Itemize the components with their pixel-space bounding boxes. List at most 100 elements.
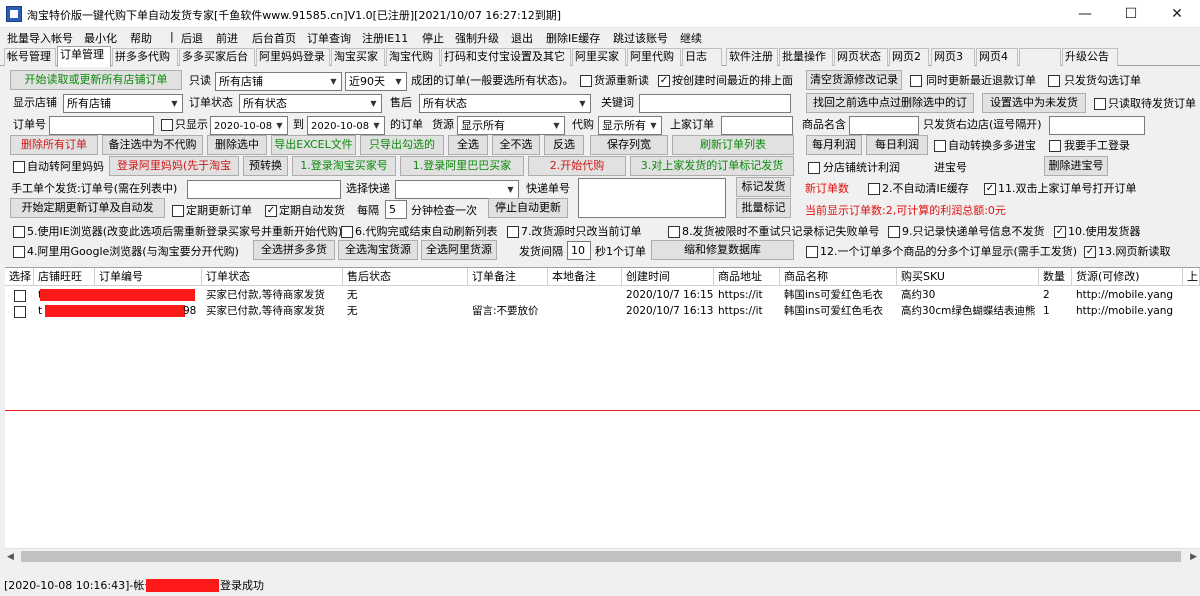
only-pending-checkbox[interactable] xyxy=(1094,98,1106,110)
ship-limit-checkbox[interactable] xyxy=(668,226,680,238)
tab-orders[interactable]: 订单管理 xyxy=(57,46,111,67)
date-to-picker[interactable]: 2020-10-08 ▼ xyxy=(307,116,385,135)
proxy-select[interactable]: 显示所有 ▼ xyxy=(598,116,662,135)
split-orders-checkbox[interactable] xyxy=(806,246,818,258)
tab-ali-proxy[interactable]: 阿里代购 xyxy=(627,48,681,66)
row-checkbox[interactable] xyxy=(14,290,26,302)
tab-ali-buyer[interactable]: 阿里买家 xyxy=(572,48,626,66)
start-proxy-button[interactable]: 2.开始代购 xyxy=(528,156,626,176)
sort-by-time-checkbox[interactable]: ✓ xyxy=(658,75,670,87)
delete-jinbao-button[interactable]: 删除进宝号 xyxy=(1044,156,1108,176)
interval-input[interactable]: 5 xyxy=(385,200,407,219)
col-header-note[interactable]: 订单备注 xyxy=(468,268,548,286)
timed-update-checkbox[interactable] xyxy=(172,205,184,217)
note-nonproxy-button[interactable]: 备注选中为不代购 xyxy=(102,135,203,155)
set-unshipped-button[interactable]: 设置选中为未发货 xyxy=(982,93,1086,113)
menu-register-ie11[interactable]: 注册IE11 xyxy=(362,30,408,46)
menu-forward[interactable]: 前进 xyxy=(216,30,238,46)
col-header-status[interactable]: 订单状态 xyxy=(202,268,343,286)
record-only-checkbox[interactable] xyxy=(888,226,900,238)
use-shipper-checkbox[interactable]: ✓ xyxy=(1054,226,1066,238)
order-no-input[interactable] xyxy=(49,116,154,135)
change-source-checkbox[interactable] xyxy=(507,226,519,238)
menu-minimize[interactable]: 最小化 xyxy=(84,30,117,46)
cell-source[interactable]: http://mobile.yang xyxy=(1072,303,1183,319)
col-header-shop[interactable]: 店铺旺旺 xyxy=(34,268,95,286)
col-header-more[interactable]: 上 xyxy=(1183,268,1200,286)
product-name-input[interactable] xyxy=(849,116,919,135)
repair-db-button[interactable]: 缩和修复数据库 xyxy=(651,240,794,260)
col-header-source[interactable]: 货源(可修改) xyxy=(1072,268,1183,286)
store-profit-checkbox[interactable] xyxy=(808,162,820,174)
tab-web2[interactable]: 网页2 xyxy=(889,48,929,66)
cell-url[interactable]: https://it xyxy=(714,303,780,319)
tab-web4[interactable]: 网页4 xyxy=(976,48,1018,66)
tab-upgrade-notice[interactable]: 升级公告 xyxy=(1062,48,1118,66)
tab-pdd-proxy[interactable]: 拼多多代购 xyxy=(112,48,178,66)
select-ali-button[interactable]: 全选阿里货源 xyxy=(421,240,497,260)
invert-selection-button[interactable]: 反选 xyxy=(544,135,584,155)
manual-order-input[interactable] xyxy=(187,180,341,199)
scroll-right-icon[interactable]: ▶ xyxy=(1190,552,1197,562)
daily-profit-button[interactable]: 每日利润 xyxy=(866,135,928,155)
menu-help[interactable]: 帮助 xyxy=(130,30,152,46)
menu-clear-ie-cache[interactable]: 删除IE缓存 xyxy=(546,30,600,46)
delete-all-button[interactable]: 删除所有订单 xyxy=(10,135,98,155)
tab-web-status[interactable]: 网页状态 xyxy=(834,48,888,66)
ship-interval-input[interactable]: 10 xyxy=(567,241,591,260)
manual-login-checkbox[interactable] xyxy=(1049,140,1061,152)
use-google-checkbox[interactable] xyxy=(13,246,25,258)
col-header-url[interactable]: 商品地址 xyxy=(714,268,780,286)
mark-shipped-button[interactable]: 3.对上家发货的订单标记发货 xyxy=(630,156,794,176)
row-checkbox[interactable] xyxy=(14,306,26,318)
login-alibaba-button[interactable]: 1.登录阿里巴巴买家 xyxy=(400,156,524,176)
tracking-input[interactable] xyxy=(578,178,726,218)
col-header-created[interactable]: 创建时间 xyxy=(622,268,714,286)
timed-ship-checkbox[interactable]: ✓ xyxy=(265,205,277,217)
show-store-select[interactable]: 所有店铺 ▼ xyxy=(63,94,183,113)
minimize-button[interactable]: — xyxy=(1062,0,1108,28)
tab-blank[interactable] xyxy=(1019,48,1061,66)
batch-mark-button[interactable]: 批量标记 xyxy=(736,198,791,218)
start-timed-update-button[interactable]: 开始定期更新订单及自动发 xyxy=(10,198,165,218)
tab-alimama-login[interactable]: 阿里妈妈登录 xyxy=(256,48,330,66)
tab-pdd-buyer[interactable]: 多多买家后台 xyxy=(179,48,255,66)
cell-url[interactable]: https://it xyxy=(714,287,780,303)
order-status-select[interactable]: 所有状态 ▼ xyxy=(239,94,382,113)
fetch-orders-button[interactable]: 开始读取或更新所有店铺订单 xyxy=(10,70,182,90)
web-reread-checkbox[interactable]: ✓ xyxy=(1084,246,1096,258)
col-header-select[interactable]: 选择 xyxy=(5,268,34,286)
tab-batch[interactable]: 批量操作 xyxy=(779,48,833,66)
close-button[interactable]: ✕ xyxy=(1154,0,1200,28)
sync-refund-checkbox[interactable] xyxy=(910,75,922,87)
scroll-thumb[interactable] xyxy=(21,551,1181,562)
only-checked-ship-checkbox[interactable] xyxy=(1048,75,1060,87)
dblclick-open-checkbox[interactable]: ✓ xyxy=(984,183,996,195)
menu-home[interactable]: 后台首页 xyxy=(252,30,296,46)
col-header-product[interactable]: 商品名称 xyxy=(780,268,897,286)
tab-log[interactable]: 日志 xyxy=(682,48,722,66)
export-excel-button[interactable]: 导出EXCEL文件 xyxy=(271,135,356,155)
mark-ship-button[interactable]: 标记发货 xyxy=(736,177,791,197)
tab-accounts[interactable]: 帐号管理 xyxy=(4,48,56,66)
col-header-local-note[interactable]: 本地备注 xyxy=(548,268,622,286)
menu-order-query[interactable]: 订单查询 xyxy=(307,30,351,46)
refresh-after-checkbox[interactable] xyxy=(341,226,353,238)
menu-stop[interactable]: 停止 xyxy=(422,30,444,46)
auto-pdd-checkbox[interactable] xyxy=(934,140,946,152)
horizontal-scrollbar[interactable]: ◀ ▶ xyxy=(5,548,1200,564)
select-taobao-button[interactable]: 全选淘宝货源 xyxy=(338,240,418,260)
date-from-picker[interactable]: 2020-10-08 ▼ xyxy=(210,116,288,135)
tab-tb-proxy[interactable]: 淘宝代购 xyxy=(386,48,440,66)
source-select[interactable]: 显示所有 ▼ xyxy=(457,116,565,135)
menu-skip-account[interactable]: 跳过该账号 xyxy=(613,30,668,46)
clear-source-button[interactable]: 清空货源修改记录 xyxy=(806,70,902,90)
menu-back[interactable]: 后退 xyxy=(181,30,203,46)
col-header-aftersale[interactable]: 售后状态 xyxy=(343,268,468,286)
select-pdd-button[interactable]: 全选拼多多货 xyxy=(253,240,335,260)
select-all-button[interactable]: 全选 xyxy=(448,135,488,155)
aftersale-select[interactable]: 所有状态 ▼ xyxy=(419,94,591,113)
col-header-order-no[interactable]: 订单编号 xyxy=(95,268,202,286)
tab-captcha-alipay[interactable]: 打码和支付宝设置及其它 xyxy=(441,48,571,66)
delete-selected-button[interactable]: 删除选中 xyxy=(207,135,267,155)
